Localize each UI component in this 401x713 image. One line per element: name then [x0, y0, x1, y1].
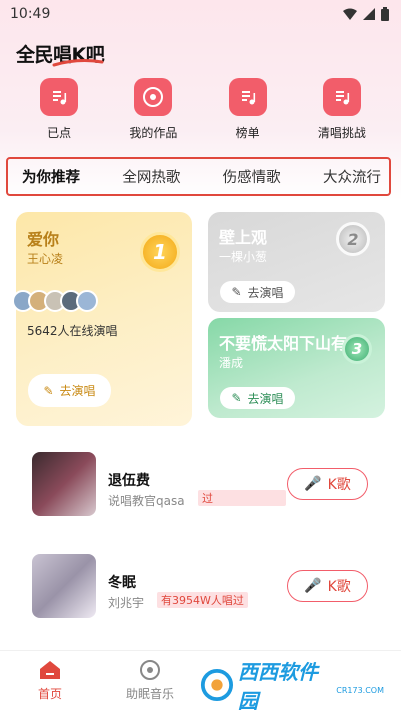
k-song-label: K歌	[327, 477, 351, 493]
top-card-1[interactable]: 爱你 王心凌 1 5642人在线演唱 ✎ 去演唱	[16, 212, 192, 426]
watermark-text: 西西软件园	[237, 660, 318, 713]
quick-action-label: 清唱挑战	[317, 126, 366, 140]
home-icon	[39, 659, 61, 681]
disc-icon	[139, 659, 161, 681]
song-title: 壁上观	[219, 228, 268, 247]
song-artist: 说唱教官qasa	[108, 494, 185, 508]
song-title: 冬眠	[108, 575, 136, 591]
logo-swoosh	[52, 59, 104, 67]
song-title: 爱你	[27, 230, 60, 249]
microphone-icon: 🎤	[304, 578, 322, 594]
song-title: 退伍费	[108, 473, 150, 489]
singer-avatars	[12, 290, 98, 312]
category-tabs: 为你推荐 全网热歌 伤感情歌 大众流行	[6, 157, 391, 196]
status-time: 10:49	[10, 6, 51, 22]
music-note-icon	[322, 78, 361, 116]
quick-action-my-works[interactable]: 我的作品	[113, 78, 193, 148]
k-song-button[interactable]: 🎤 K歌	[287, 570, 368, 602]
nav-sleep-music[interactable]: 助眠音乐	[100, 651, 200, 713]
bronze-medal-icon: 3	[342, 334, 372, 364]
watermark-url: CR173.COM	[336, 685, 384, 695]
nav-home[interactable]: 首页	[0, 651, 100, 713]
k-song-label: K歌	[327, 579, 351, 595]
medal-rank: 1	[153, 240, 167, 264]
quick-action-label: 已点	[47, 126, 72, 140]
wifi-icon	[343, 8, 357, 20]
sung-count-badge: 过	[198, 490, 286, 506]
tab-sad-songs[interactable]: 伤感情歌	[223, 166, 281, 187]
medal-rank: 3	[351, 340, 363, 358]
quick-action-label: 我的作品	[129, 126, 178, 140]
microphone-icon: ✎	[231, 285, 242, 299]
song-list-item[interactable]: 冬眠 刘兆宇 有3954W人唱过 🎤 K歌	[0, 554, 401, 624]
medal-rank: 2	[347, 229, 359, 249]
gold-medal-icon: 1	[140, 232, 180, 272]
quick-action-label: 榜单	[235, 126, 260, 140]
sung-count-badge: 有3954W人唱过	[157, 592, 248, 608]
status-bar: 10:49	[0, 0, 401, 28]
avatar	[76, 290, 98, 312]
microphone-icon: ✎	[43, 383, 54, 398]
signal-icon	[363, 8, 375, 20]
song-artist: 一棵小葱	[219, 250, 268, 264]
song-artist: 刘兆宇	[108, 596, 145, 610]
song-artist: 潘成	[219, 356, 244, 370]
music-note-icon	[40, 78, 79, 116]
sing-button[interactable]: ✎ 去演唱	[28, 374, 111, 407]
quick-actions: 已点 我的作品 榜单 清唱挑战	[0, 78, 401, 148]
watermark-logo: 西西软件园 CR173.COM	[200, 660, 384, 713]
status-icons	[343, 7, 389, 21]
battery-icon	[381, 7, 389, 21]
microphone-icon: 🎤	[304, 476, 322, 492]
silver-medal-icon: 2	[336, 222, 370, 256]
online-count: 5642人在线演唱	[27, 324, 118, 338]
tab-hot-songs[interactable]: 全网热歌	[122, 166, 180, 187]
quick-action-charts[interactable]: 榜单	[208, 78, 288, 148]
sing-button-label: 去演唱	[247, 285, 284, 300]
nav-label: 助眠音乐	[125, 687, 174, 701]
music-note-icon	[228, 78, 267, 116]
microphone-icon: ✎	[231, 391, 242, 405]
nav-label: 首页	[37, 687, 62, 701]
watermark-icon	[200, 668, 234, 702]
album-cover	[32, 452, 96, 516]
sing-button-label: 去演唱	[59, 384, 96, 398]
top-card-3[interactable]: 不要慌太阳下山有月 潘成 3 ✎ 去演唱	[208, 318, 385, 418]
disc-icon	[134, 78, 173, 116]
sing-button-label: 去演唱	[247, 391, 284, 406]
sing-button[interactable]: ✎ 去演唱	[220, 281, 295, 303]
top-card-2[interactable]: 壁上观 一棵小葱 2 ✎ 去演唱	[208, 212, 385, 312]
song-list-item[interactable]: 退伍费 说唱教官qasa 过 🎤 K歌	[0, 452, 401, 522]
tab-pop[interactable]: 大众流行	[323, 166, 381, 187]
quick-action-played[interactable]: 已点	[19, 78, 99, 148]
sing-button[interactable]: ✎ 去演唱	[220, 387, 295, 409]
k-song-button[interactable]: 🎤 K歌	[287, 468, 368, 500]
album-cover	[32, 554, 96, 618]
tab-recommended[interactable]: 为你推荐	[22, 166, 80, 187]
song-artist: 王心凌	[27, 252, 64, 266]
quick-action-acapella[interactable]: 清唱挑战	[302, 78, 382, 148]
